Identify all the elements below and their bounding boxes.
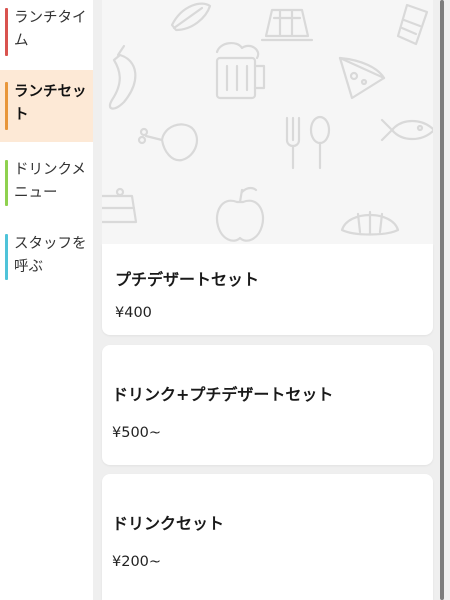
menu-item-price: ¥500~ — [112, 425, 162, 441]
cake-icon — [102, 187, 138, 224]
food-pattern — [102, 2, 433, 242]
menu-item-price: ¥200~ — [112, 554, 162, 570]
scrollbar[interactable] — [440, 0, 444, 600]
sidebar-item-label: ランチセット — [14, 84, 87, 123]
menu-item-card[interactable]: ドリンク+プチデザートセット ¥500~ — [102, 345, 433, 465]
sidebar-item-label: ドリンクメニュー — [14, 162, 86, 201]
sidebar-item-lunch-time[interactable]: ランチタイム — [0, 0, 93, 64]
chili-icon — [108, 44, 137, 110]
fish-icon — [380, 118, 433, 142]
category-sidebar: ランチタイム ランチセット ドリンクメニュー スタッフを呼ぶ — [0, 0, 93, 600]
menu-item-card[interactable]: ドリンクセット ¥200~ — [102, 474, 433, 600]
croissant-icon — [340, 210, 400, 236]
menu-item-title: ドリンクセット — [112, 514, 225, 533]
menu-content[interactable]: プチデザートセット ¥400 ドリンク+プチデザートセット ¥500~ ドリンク… — [93, 0, 450, 600]
menu-item-title: プチデザートセット — [115, 270, 260, 289]
fork-spoon-icon — [285, 115, 331, 170]
sidebar-item-label: スタッフを呼ぶ — [14, 236, 87, 275]
category-color-bar — [5, 8, 8, 56]
menu-item-price: ¥400 — [115, 305, 152, 321]
app-root: ランチタイム ランチセット ドリンクメニュー スタッフを呼ぶ プチデザートセット… — [0, 0, 450, 600]
pudding-icon — [260, 8, 314, 42]
category-color-bar — [5, 234, 8, 280]
food-pattern-banner — [102, 0, 433, 244]
chicken-leg-icon — [137, 123, 199, 162]
beer-mug-icon — [215, 42, 266, 100]
sidebar-item-call-staff[interactable]: スタッフを呼ぶ — [0, 222, 93, 292]
category-color-bar — [5, 160, 8, 206]
sidebar-item-label: ランチタイム — [14, 10, 87, 49]
leaf-icon — [170, 2, 212, 32]
apple-icon — [215, 186, 265, 242]
menu-item-title: ドリンク+プチデザートセット — [112, 385, 334, 404]
sidebar-item-lunch-set[interactable]: ランチセット — [0, 70, 93, 142]
bread-icon — [396, 3, 429, 46]
sidebar-item-drink-menu[interactable]: ドリンクメニュー — [0, 148, 93, 218]
category-color-bar — [5, 82, 8, 130]
menu-item-card[interactable]: プチデザートセット ¥400 — [102, 244, 433, 335]
pizza-slice-icon — [338, 56, 386, 100]
